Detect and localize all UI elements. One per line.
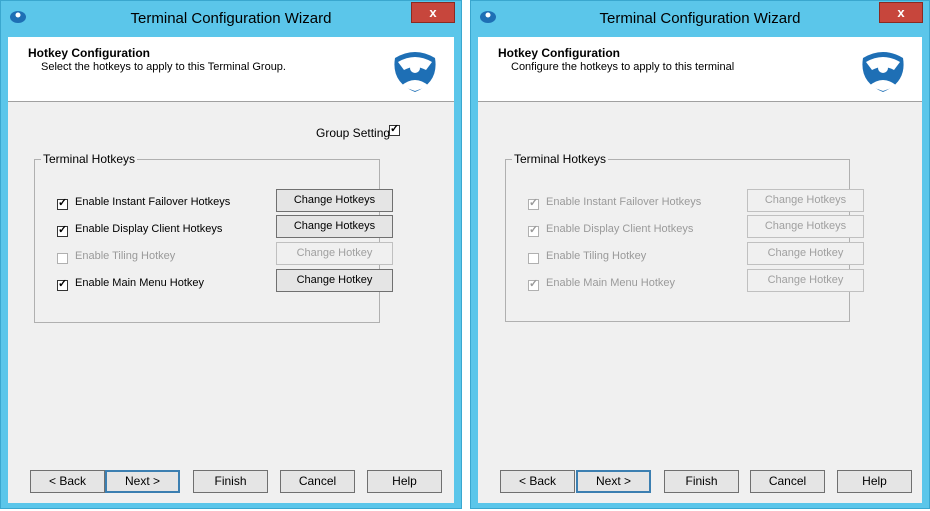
group-setting[interactable]: Group Setting ✓	[316, 123, 400, 140]
help-button[interactable]: Help	[367, 470, 442, 493]
checkbox-main-menu: ✓	[528, 278, 539, 292]
checkbox-tiling	[528, 253, 539, 265]
page-subtitle: Configure the hotkeys to apply to this t…	[511, 61, 735, 73]
label-main-menu: Enable Main Menu Hotkey	[75, 277, 205, 289]
title-bar[interactable]: Terminal Configuration Wizard x	[471, 1, 929, 37]
close-button[interactable]: x	[411, 2, 455, 23]
wizard-footer: < Back Next > Finish Cancel Help	[478, 458, 922, 503]
terminal-hotkeys-group: Terminal Hotkeys ✓ Enable Instant Failov…	[34, 152, 393, 323]
wizard-footer: < Back Next > Finish Cancel Help	[8, 458, 454, 503]
wizard-window-group: Terminal Configuration Wizard x Hotkey C…	[0, 0, 462, 509]
checkbox-instant-failover[interactable]: ✓	[57, 197, 68, 211]
label-instant-failover: Enable Instant Failover Hotkeys	[546, 196, 702, 208]
help-button[interactable]: Help	[837, 470, 912, 493]
change-hotkey-button-tiling: Change Hotkey	[276, 242, 393, 265]
page-subtitle: Select the hotkeys to apply to this Term…	[41, 61, 286, 73]
checkbox-display-client[interactable]: ✓	[57, 224, 68, 238]
group-label: Terminal Hotkeys	[512, 152, 609, 166]
hotkey-row-tiling: Enable Tiling Hotkey	[528, 250, 646, 267]
label-main-menu: Enable Main Menu Hotkey	[546, 277, 676, 289]
change-hotkeys-button-display-client: Change Hotkeys	[747, 215, 864, 238]
hotkey-row-main-menu[interactable]: ✓ Enable Main Menu Hotkey	[57, 277, 204, 294]
close-button[interactable]: x	[879, 2, 923, 23]
label-display-client: Enable Display Client Hotkeys	[546, 223, 694, 235]
wizard-client: Hotkey Configuration Select the hotkeys …	[8, 37, 454, 503]
hotkey-row-instant-failover: ✓ Enable Instant Failover Hotkeys	[528, 196, 701, 213]
hotkey-row-display-client: ✓ Enable Display Client Hotkeys	[528, 223, 693, 240]
change-hotkey-button-tiling: Change Hotkey	[747, 242, 864, 265]
group-label: Terminal Hotkeys	[41, 152, 138, 166]
hotkey-row-display-client[interactable]: ✓ Enable Display Client Hotkeys	[57, 223, 222, 240]
title-bar[interactable]: Terminal Configuration Wizard x	[1, 1, 461, 37]
wizard-header: Hotkey Configuration Select the hotkeys …	[8, 37, 454, 102]
group-setting-label: Group Setting	[316, 126, 391, 140]
thinmanager-logo	[394, 52, 436, 92]
label-instant-failover: Enable Instant Failover Hotkeys	[75, 196, 231, 208]
window-title: Terminal Configuration Wizard	[599, 10, 801, 27]
window-title: Terminal Configuration Wizard	[130, 10, 332, 27]
checkbox-instant-failover: ✓	[528, 197, 539, 211]
group-setting-checkbox[interactable]: ✓	[389, 123, 400, 136]
checkbox-main-menu[interactable]: ✓	[57, 278, 68, 292]
back-button[interactable]: < Back	[30, 470, 105, 493]
cancel-button[interactable]: Cancel	[280, 470, 355, 493]
change-hotkey-button-main-menu: Change Hotkey	[747, 269, 864, 292]
change-hotkeys-button-display-client[interactable]: Change Hotkeys	[276, 215, 393, 238]
finish-button[interactable]: Finish	[664, 470, 739, 493]
hotkey-row-tiling: Enable Tiling Hotkey	[57, 250, 175, 267]
change-hotkey-button-main-menu[interactable]: Change Hotkey	[276, 269, 393, 292]
page-title: Hotkey Configuration	[28, 46, 150, 60]
label-tiling: Enable Tiling Hotkey	[546, 250, 647, 262]
wizard-client: Hotkey Configuration Configure the hotke…	[478, 37, 922, 503]
next-button[interactable]: Next >	[576, 470, 651, 493]
back-button[interactable]: < Back	[500, 470, 575, 493]
hotkey-row-instant-failover[interactable]: ✓ Enable Instant Failover Hotkeys	[57, 196, 230, 213]
finish-button[interactable]: Finish	[193, 470, 268, 493]
terminal-hotkeys-group: Terminal Hotkeys ✓ Enable Instant Failov…	[505, 152, 864, 322]
checkbox-tiling	[57, 253, 68, 265]
cancel-button[interactable]: Cancel	[750, 470, 825, 493]
label-tiling: Enable Tiling Hotkey	[75, 250, 176, 262]
hotkey-row-main-menu: ✓ Enable Main Menu Hotkey	[528, 277, 675, 294]
change-hotkeys-button-instant-failover[interactable]: Change Hotkeys	[276, 189, 393, 212]
wizard-window-terminal: Terminal Configuration Wizard x Hotkey C…	[470, 0, 930, 509]
change-hotkeys-button-instant-failover: Change Hotkeys	[747, 189, 864, 212]
wizard-header: Hotkey Configuration Configure the hotke…	[478, 37, 922, 102]
thinmanager-logo	[862, 52, 904, 92]
label-display-client: Enable Display Client Hotkeys	[75, 223, 223, 235]
page-title: Hotkey Configuration	[498, 46, 620, 60]
next-button[interactable]: Next >	[105, 470, 180, 493]
checkbox-display-client: ✓	[528, 224, 539, 238]
